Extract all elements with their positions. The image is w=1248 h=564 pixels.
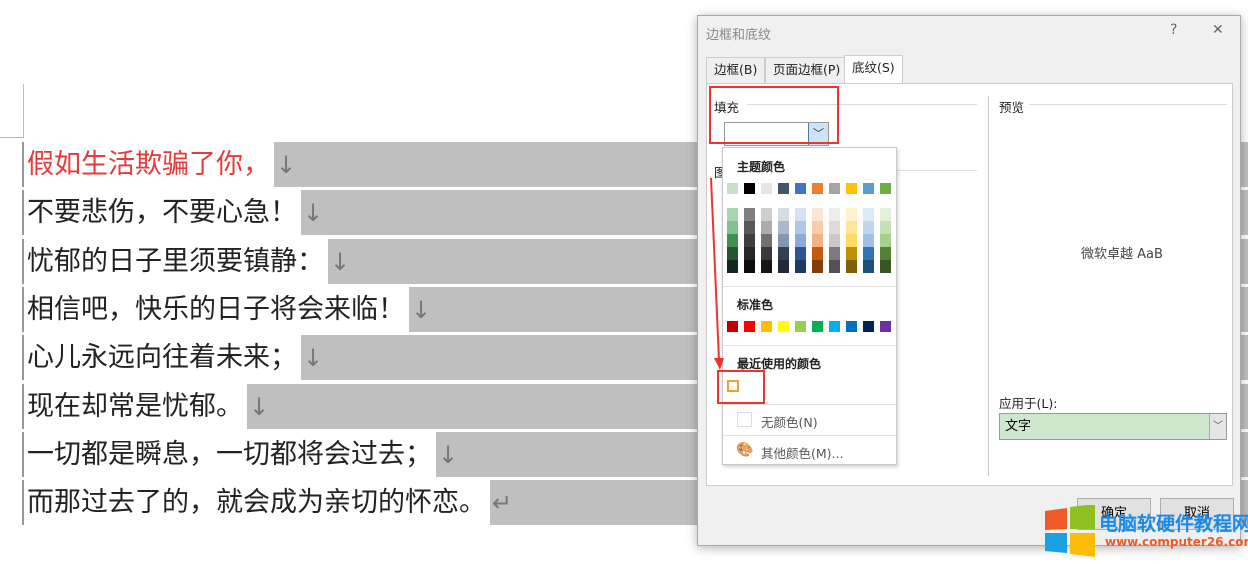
watermark-title: 电脑软硬件教程网	[1099, 513, 1248, 535]
annotation-arrow	[710, 177, 724, 370]
watermark-logo: 电脑软硬件教程网 www.computer26.com	[1043, 504, 1248, 561]
watermark-url: www.computer26.com	[1105, 535, 1248, 549]
